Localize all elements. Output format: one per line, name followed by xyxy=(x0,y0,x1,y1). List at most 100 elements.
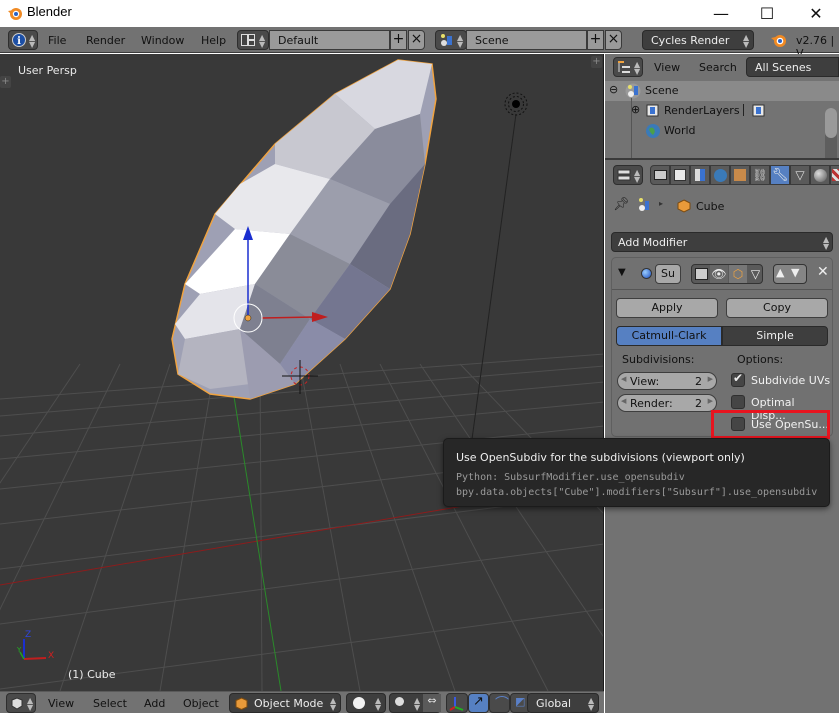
axis-gizmo: Z X Y xyxy=(16,630,54,661)
subdivide-uvs-checkbox[interactable]: ✔ xyxy=(731,371,745,387)
cube-icon xyxy=(677,199,691,213)
scrollbar-thumb[interactable] xyxy=(825,108,837,138)
view-subdivisions-field[interactable]: ◀ View: 2 ▶ xyxy=(617,372,717,390)
expand-icon[interactable]: ⊕ xyxy=(631,103,640,116)
menu-render[interactable]: Render xyxy=(86,34,125,47)
tab-object[interactable] xyxy=(730,165,750,185)
optimal-display-checkbox[interactable] xyxy=(731,395,745,409)
properties-shelf-toggle[interactable]: + xyxy=(591,56,602,68)
mode-dropdown[interactable]: Object Mode ▲ ▼ xyxy=(229,693,341,713)
wrench-icon: 🔧︎ xyxy=(771,167,789,183)
tab-render[interactable] xyxy=(650,165,670,185)
scene-field[interactable]: Scene xyxy=(466,30,587,50)
add-modifier-label: Add Modifier xyxy=(618,236,688,249)
modifier-name-field[interactable]: Su xyxy=(655,264,681,284)
menu-file[interactable]: File xyxy=(48,34,66,47)
outliner-item-renderlayers[interactable]: ⊕ RenderLayers xyxy=(605,101,839,121)
menu-add[interactable]: Add xyxy=(144,697,165,710)
3d-viewport[interactable]: Z X Y User Persp (1) Cube + + xyxy=(0,54,604,691)
outliner-vertical-scrollbar[interactable] xyxy=(825,108,837,160)
breadcrumb-object: Cube xyxy=(696,200,725,213)
collapse-arrow-icon[interactable]: ▼ xyxy=(618,267,626,278)
tab-world[interactable] xyxy=(710,165,730,185)
menu-object[interactable]: Object xyxy=(183,697,219,710)
collapse-icon[interactable]: ⊖ xyxy=(609,83,618,96)
outliner-item-world[interactable]: World xyxy=(605,121,839,141)
editor-type-button[interactable]: ▲ ▼ xyxy=(613,165,643,185)
tab-render-layers[interactable] xyxy=(670,165,690,185)
delete-layout-button[interactable]: × xyxy=(408,30,425,50)
apply-button[interactable]: Apply xyxy=(616,298,718,318)
delete-scene-button[interactable]: × xyxy=(605,30,622,50)
viewport-scene: Z X Y xyxy=(0,59,603,691)
tab-constraints[interactable]: ⛓ xyxy=(750,165,770,185)
screen-layout-selector[interactable]: ▲ ▼ xyxy=(237,30,269,50)
subdivide-uvs-label: Subdivide UVs xyxy=(751,374,831,387)
editor-type-button[interactable]: i ▲ ▼ xyxy=(8,30,38,50)
menu-view[interactable]: View xyxy=(48,697,74,710)
render-layers-icon xyxy=(646,104,659,117)
catmull-clark-toggle[interactable]: Catmull-Clark xyxy=(616,326,722,346)
decrement-arrow-icon[interactable]: ◀ xyxy=(621,397,626,405)
highlight-box xyxy=(711,410,830,439)
updown-arrow-icon: ▲ ▼ xyxy=(743,33,750,49)
viewport-toggle-eye-icon[interactable]: 👁︎ xyxy=(710,265,728,283)
breadcrumb-arrow-icon: ▸ xyxy=(659,199,664,208)
display-mode-dropdown[interactable]: All Scenes xyxy=(746,57,839,77)
menu-help[interactable]: Help xyxy=(201,34,226,47)
tab-scene[interactable] xyxy=(690,165,710,185)
edit-mode-toggle-icon[interactable]: ⬡ xyxy=(729,265,747,283)
move-up-icon[interactable]: ▲ xyxy=(776,266,784,279)
add-layout-button[interactable]: + xyxy=(390,30,407,50)
screen-layout-field[interactable]: Default xyxy=(269,30,390,50)
toolshelf-toggle[interactable]: + xyxy=(0,76,11,88)
move-buttons: ▲ ▼ xyxy=(773,264,807,284)
tab-modifiers[interactable]: 🔧︎ xyxy=(770,165,790,185)
manipulate-center-icon[interactable]: ⇔ xyxy=(423,694,441,712)
tooltip: Use OpenSubdiv for the subdivisions (vie… xyxy=(443,438,830,507)
rotate-manipulator[interactable]: ⌒ xyxy=(489,693,510,713)
area-divider[interactable] xyxy=(605,158,839,160)
transform-orientation-dropdown[interactable]: Global ▲ ▼ xyxy=(527,693,599,713)
updown-arrow-icon: ▲ ▼ xyxy=(634,60,641,76)
outliner-menu-search[interactable]: Search xyxy=(699,61,737,74)
move-down-icon[interactable]: ▼ xyxy=(791,266,799,279)
render-layer-icon xyxy=(752,104,765,117)
remove-modifier-icon[interactable]: ✕ xyxy=(817,264,829,280)
render-layers-icon xyxy=(674,169,686,181)
increment-arrow-icon[interactable]: ▶ xyxy=(708,397,713,405)
menu-window[interactable]: Window xyxy=(141,34,184,47)
pin-icon[interactable]: 📌︎ xyxy=(613,197,630,212)
render-subdivisions-field[interactable]: ◀ Render: 2 ▶ xyxy=(617,394,717,412)
editor-type-button[interactable]: ▲ ▼ xyxy=(613,57,643,77)
view-value: 2 xyxy=(695,375,702,388)
outliner-tree: ⊖ Scene ⊕ RenderLayers World xyxy=(605,80,839,160)
pivot-point-dropdown[interactable]: ▲ ▼ ⇔ xyxy=(389,693,441,713)
outliner-menu-view[interactable]: View xyxy=(654,61,680,74)
increment-arrow-icon[interactable]: ▶ xyxy=(708,375,713,383)
menu-select[interactable]: Select xyxy=(93,697,127,710)
cage-toggle-icon[interactable]: ▽ xyxy=(747,265,762,283)
add-modifier-dropdown[interactable]: Add Modifier ▲ ▼ xyxy=(611,232,833,252)
decrement-arrow-icon[interactable]: ◀ xyxy=(621,375,626,383)
viewport-shading-dropdown[interactable]: ▲ ▼ xyxy=(346,693,386,713)
scene-selector[interactable]: ▲ ▼ xyxy=(435,30,467,50)
render-engine-dropdown[interactable]: Cycles Render ▲ ▼ xyxy=(642,30,754,50)
manipulator-toggle[interactable] xyxy=(446,693,468,713)
tab-material[interactable] xyxy=(810,165,830,185)
close-window-button[interactable]: ✕ xyxy=(793,0,839,27)
tab-data[interactable]: ▽ xyxy=(790,165,810,185)
minimize-button[interactable]: — xyxy=(698,0,744,27)
properties-header: ▲ ▼ ⛓ 🔧︎ ▽ xyxy=(605,161,839,189)
outliner-item-scene[interactable]: ⊖ Scene xyxy=(605,81,839,101)
maximize-button[interactable]: ☐ xyxy=(744,0,790,27)
simple-toggle[interactable]: Simple xyxy=(722,326,828,346)
render-toggle-camera-icon[interactable] xyxy=(695,268,708,280)
modifier-header: ▼ Su 👁︎ ⬡ ▽ ▲ ▼ ✕ xyxy=(612,258,832,290)
copy-button[interactable]: Copy xyxy=(726,298,828,318)
updown-arrow-icon: ▲ ▼ xyxy=(414,696,421,712)
translate-manipulator[interactable]: ↗ xyxy=(468,693,489,713)
tab-texture[interactable] xyxy=(830,165,839,185)
add-scene-button[interactable]: + xyxy=(587,30,604,50)
editor-type-button[interactable]: ▲ ▼ xyxy=(6,693,36,713)
